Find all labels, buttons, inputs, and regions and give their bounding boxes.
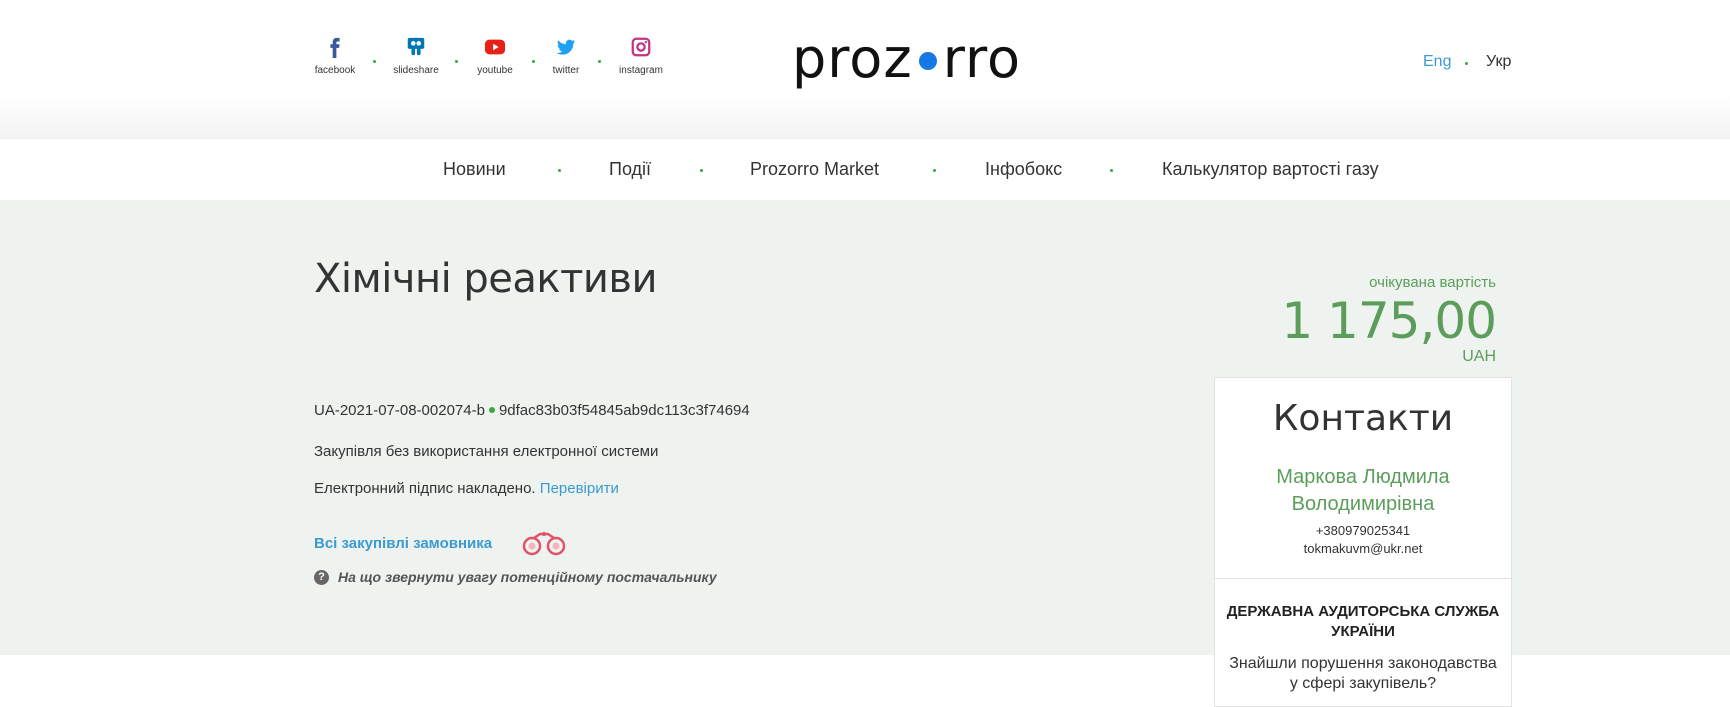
slideshare-icon — [407, 37, 425, 56]
instagram-icon — [631, 37, 651, 57]
separator-dot — [1110, 169, 1113, 172]
social-instagram[interactable]: instagram — [606, 36, 676, 76]
social-label: instagram — [619, 65, 663, 76]
contacts-heading: Контакти — [1272, 398, 1454, 439]
contact-email[interactable]: tokmakuvm@ukr.net — [1215, 541, 1511, 556]
nav-item-gas-calculator[interactable]: Калькулятор вартості газу — [1162, 159, 1379, 180]
tender-hash: 9dfac83b03f54845ab9dc113c3f74694 — [498, 402, 750, 419]
tender-id-line: UA-2021-07-08-002074-b 9dfac83b03f54845ab… — [314, 402, 750, 419]
logo-text-left: proz — [792, 27, 913, 90]
social-label: youtube — [477, 65, 513, 76]
separator-dot — [488, 407, 495, 414]
question-icon: ? — [314, 569, 329, 585]
social-twitter[interactable]: twitter — [531, 36, 601, 76]
social-youtube[interactable]: youtube — [460, 36, 530, 76]
separator-dot — [1465, 62, 1468, 65]
logo-dot-icon — [918, 52, 937, 70]
signature-text: Електронний підпис накладено. — [314, 480, 536, 497]
social-slideshare[interactable]: slideshare — [381, 36, 451, 76]
supplier-attention-link[interactable]: ? На що звернути увагу потенційному пост… — [314, 569, 717, 585]
social-facebook[interactable]: facebook — [300, 36, 370, 76]
lang-eng-link[interactable]: Eng — [1423, 53, 1451, 71]
contacts-panel: Контакти Маркова Людмила Володимирівна +… — [1214, 377, 1512, 707]
nav-item-infobox[interactable]: Інфобокс — [985, 159, 1062, 180]
twitter-icon — [556, 39, 576, 55]
contact-name-line2: Володимирівна — [1291, 493, 1435, 515]
separator-dot — [598, 60, 601, 63]
separator-dot — [558, 169, 561, 172]
nav-item-market[interactable]: Prozorro Market — [750, 159, 879, 180]
youtube-icon — [484, 39, 506, 55]
prozorro-logo[interactable]: proz rro — [792, 24, 1042, 94]
separator-dot — [455, 60, 458, 63]
expected-value-currency: UAH — [1462, 348, 1496, 365]
main-nav: Новини Події Prozorro Market Інфобокс Ка… — [0, 139, 1730, 200]
separator-dot — [373, 60, 376, 63]
social-label: slideshare — [393, 65, 439, 76]
all-buyer-purchases-link[interactable]: Всі закупівлі замовника — [314, 535, 492, 552]
separator-dot — [700, 169, 703, 172]
site-header: facebook slideshare youtube twitter inst… — [0, 0, 1730, 139]
separator-dot — [933, 169, 936, 172]
expected-value-amount: 1 175,00 — [1281, 292, 1497, 350]
social-label: twitter — [552, 65, 580, 76]
tender-id: UA-2021-07-08-002074-b — [314, 402, 485, 419]
divider — [1215, 578, 1511, 579]
facebook-icon — [330, 37, 340, 58]
das-title: ДЕРЖАВНА АУДИТОРСЬКА СЛУЖБА УКРАЇНИ — [1226, 603, 1500, 640]
logo-text-right: rro — [942, 27, 1021, 90]
social-label: facebook — [314, 65, 356, 76]
lang-ukr-link[interactable]: Укр — [1486, 53, 1511, 71]
binoculars-icon[interactable] — [520, 529, 568, 557]
signature-line: Електронний підпис накладено. Перевірити — [314, 480, 619, 497]
nav-item-events[interactable]: Події — [609, 159, 651, 180]
expected-value-label: очікувана вартість — [1369, 274, 1496, 291]
attention-text: На що звернути увагу потенційному постач… — [338, 569, 717, 585]
contact-phone: +380979025341 — [1315, 523, 1411, 538]
das-question: Знайшли порушення законодавства у сфері … — [1229, 655, 1497, 692]
contact-name: Маркова Людмила Володимирівна — [1215, 464, 1511, 518]
page-title: Хімічні реактиви — [314, 256, 657, 302]
verify-signature-link[interactable]: Перевірити — [540, 480, 619, 497]
procedure-type: Закупівля без використання електронної с… — [314, 443, 659, 460]
nav-item-news[interactable]: Новини — [443, 159, 506, 180]
contact-name-line1: Маркова Людмила — [1276, 466, 1450, 488]
